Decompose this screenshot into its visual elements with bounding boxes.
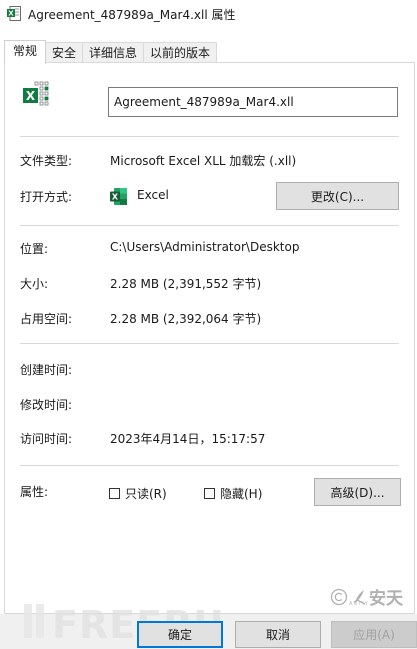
readonly-checkbox-box[interactable]: [109, 488, 120, 499]
accessed-value: 2023年4月14日，15:17:57: [110, 432, 266, 446]
tab-general[interactable]: 常规: [4, 40, 47, 64]
copyright-icon: [330, 588, 348, 605]
ok-button[interactable]: 确定: [137, 621, 223, 648]
file-type-value: Microsoft Excel XLL 加载宏 (.xll): [110, 154, 297, 168]
size-on-disk-value: 2.28 MB (2,392,064 字节): [110, 312, 262, 326]
readonly-label: 只读(R): [125, 487, 167, 501]
tab-previous-versions[interactable]: 以前的版本: [143, 42, 218, 63]
antiy-small-text: ANTIY: [349, 601, 369, 607]
excel-xll-icon: X: [23, 81, 49, 106]
svg-text:X: X: [8, 10, 14, 18]
divider: [20, 465, 399, 466]
excel-app-icon: X: [110, 188, 127, 205]
divider: [20, 225, 399, 226]
size-value: 2.28 MB (2,391,552 字节): [110, 277, 262, 291]
apply-button[interactable]: 应用(A): [331, 621, 417, 648]
tab-security[interactable]: 安全: [45, 42, 84, 63]
size-label: 大小:: [20, 277, 49, 291]
size-on-disk-label: 占用空间:: [20, 312, 73, 326]
window-title: Agreement_487989a_Mar4.xll 属性: [28, 8, 236, 22]
hidden-checkbox[interactable]: 隐藏(H): [204, 485, 262, 502]
cancel-button[interactable]: 取消: [235, 621, 321, 648]
tab-strip: 常规 安全 详细信息 以前的版本: [4, 40, 218, 64]
excel-file-icon: X: [7, 6, 21, 21]
file-name-input[interactable]: [108, 87, 398, 117]
antiy-text: 安天: [369, 589, 403, 609]
hidden-checkbox-box[interactable]: [204, 488, 215, 499]
file-type-label: 文件类型:: [20, 154, 73, 168]
accessed-label: 访问时间:: [20, 432, 73, 446]
svg-text:X: X: [112, 193, 119, 202]
divider: [20, 136, 399, 137]
svg-text:X: X: [26, 89, 36, 103]
advanced-button[interactable]: 高级(D)...: [314, 478, 401, 506]
readonly-checkbox[interactable]: 只读(R): [109, 485, 167, 502]
location-value: C:\Users\Administrator\Desktop: [110, 240, 300, 254]
divider: [20, 343, 399, 344]
tab-details[interactable]: 详细信息: [82, 42, 145, 63]
attributes-label: 属性:: [20, 485, 49, 499]
location-label: 位置:: [20, 242, 49, 256]
general-panel: [4, 62, 415, 614]
title-bar: X Agreement_487989a_Mar4.xll 属性: [0, 0, 417, 30]
created-label: 创建时间:: [20, 363, 73, 377]
hidden-label: 隐藏(H): [220, 487, 263, 501]
change-button[interactable]: 更改(C)...: [276, 182, 399, 210]
opens-with-label: 打开方式:: [20, 190, 73, 204]
modified-label: 修改时间:: [20, 398, 73, 412]
properties-window: X Agreement_487989a_Mar4.xll 属性 常规 安全 详细…: [0, 0, 417, 649]
opens-with-value: Excel: [137, 188, 169, 202]
